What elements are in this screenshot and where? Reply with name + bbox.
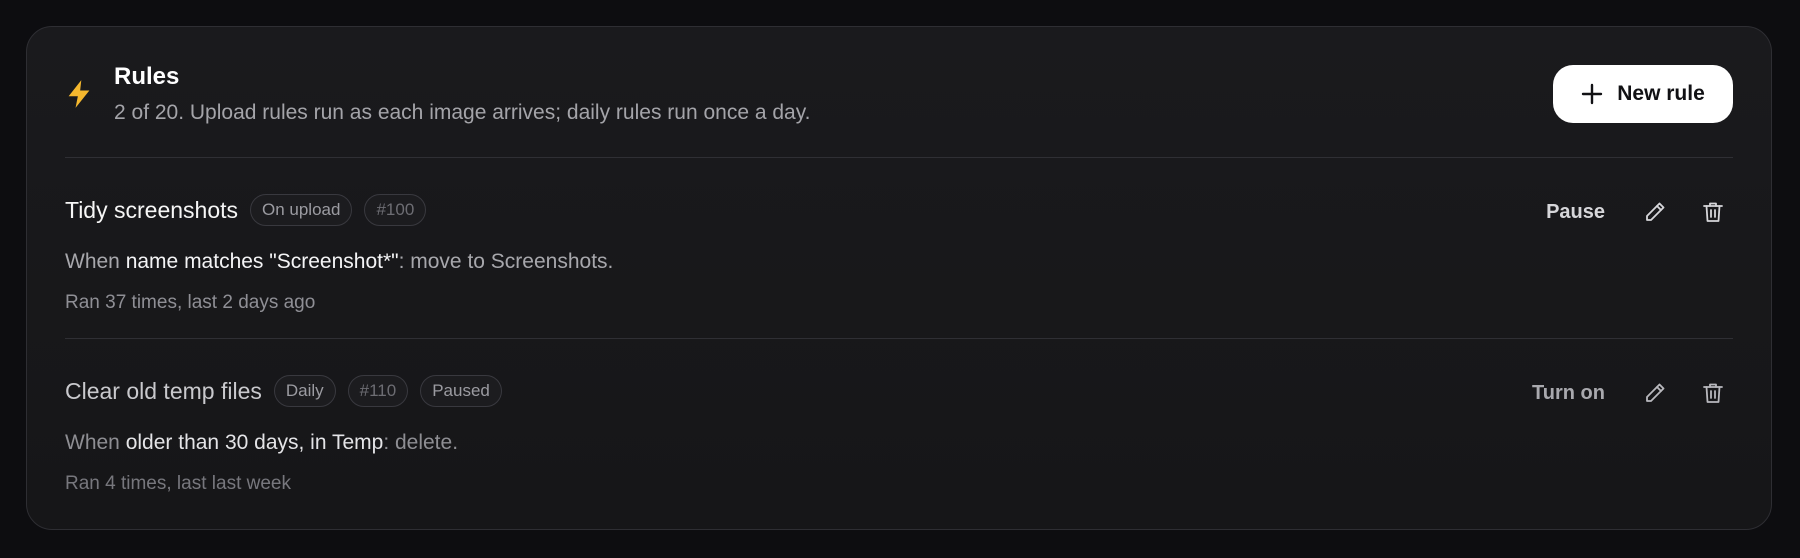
pencil-icon — [1646, 383, 1665, 402]
rule-action: : delete. — [383, 431, 459, 454]
pause-button[interactable]: Pause — [1546, 201, 1605, 224]
rules-panel: Rules 2 of 20. Upload rules run as each … — [26, 26, 1772, 530]
rule-name: Tidy screenshots — [65, 196, 238, 223]
rule-row: Tidy screenshots On upload #100 When nam… — [65, 158, 1733, 339]
rule-row: Clear old temp files Daily #110 Paused W… — [65, 339, 1733, 519]
rules-header: Rules 2 of 20. Upload rules run as each … — [65, 27, 1733, 158]
rule-number-badge: #110 — [347, 375, 409, 407]
plus-icon — [1582, 83, 1603, 105]
delete-button[interactable] — [1693, 192, 1733, 232]
rule-condition: older than 30 days, in Temp — [125, 431, 384, 454]
rule-actions: Pause — [1546, 192, 1733, 232]
rule-actions: Turn on — [1532, 373, 1733, 413]
status-badge: Paused — [420, 375, 502, 407]
desc-prefix: When — [65, 250, 126, 273]
rule-description: When older than 30 days, in Temp: delete… — [65, 431, 458, 455]
trash-icon — [1703, 202, 1723, 222]
rule-stats: Ran 4 times, last last week — [65, 473, 291, 494]
trigger-badge: Daily — [273, 375, 336, 407]
edit-button[interactable] — [1635, 192, 1675, 232]
edit-button[interactable] — [1635, 373, 1675, 413]
rule-action: : move to Screenshots. — [398, 250, 614, 273]
rule-name: Clear old temp files — [65, 377, 262, 404]
turn-on-button[interactable]: Turn on — [1532, 382, 1605, 405]
rule-condition: name matches "Screenshot*" — [125, 250, 399, 273]
rule-stats: Ran 37 times, last 2 days ago — [65, 292, 316, 313]
lightning-bolt-icon — [68, 80, 90, 108]
page-title: Rules — [114, 63, 180, 90]
page-subtitle: 2 of 20. Upload rules run as each image … — [114, 101, 811, 124]
rule-description: When name matches "Screenshot*": move to… — [65, 250, 613, 274]
delete-button[interactable] — [1693, 373, 1733, 413]
trash-icon — [1703, 383, 1723, 403]
new-rule-label: New rule — [1617, 82, 1705, 105]
desc-prefix: When — [65, 431, 126, 454]
new-rule-button[interactable]: New rule — [1553, 65, 1733, 123]
pencil-icon — [1646, 202, 1665, 221]
trigger-badge: On upload — [250, 194, 353, 226]
rule-number-badge: #100 — [364, 194, 427, 226]
